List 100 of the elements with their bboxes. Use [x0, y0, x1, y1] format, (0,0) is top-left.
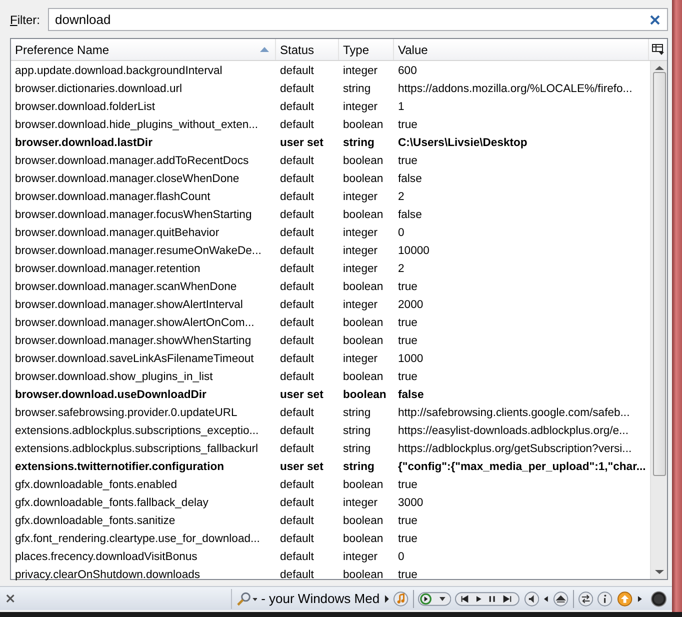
- media-player-icon[interactable]: [418, 590, 452, 606]
- table-cell-text: default: [279, 316, 315, 331]
- table-cell-text: browser.download.manager.addToRecentDocs: [14, 154, 250, 169]
- table-cell-text: browser.download.lastDir: [14, 136, 154, 151]
- table-cell-text: extensions.adblockplus.subscriptions_fallbackurl: [14, 442, 260, 457]
- table-cell-text: default: [279, 334, 315, 349]
- table-cell-text: browser.download.folderList: [14, 100, 156, 115]
- table-cell-text: places.frecency.downloadVisitBonus: [14, 550, 198, 565]
- column-header[interactable]: Type: [339, 39, 394, 60]
- table-cell-text: browser.download.manager.showWhenStarting: [14, 334, 252, 349]
- playback-controls-icon[interactable]: [455, 590, 520, 606]
- table-cell-text: boolean: [342, 316, 384, 331]
- table-cell-text: default: [279, 514, 315, 529]
- table-cell-text: {"config":{"max_media_per_upload":1,"char...: [397, 460, 647, 475]
- table-cell-text: false: [397, 208, 423, 223]
- table-cell-text: default: [279, 352, 315, 367]
- table-cell-text: browser.download.manager.focusWhenStarting: [14, 208, 253, 223]
- table-cell-text: C:\Users\Livsie\Desktop: [397, 136, 528, 151]
- table-cell-text: true: [397, 478, 418, 493]
- table-cell-text: integer: [342, 298, 379, 313]
- scrollbar-thumb[interactable]: [652, 72, 666, 476]
- table-cell-text: browser.download.manager.showAlertInterval: [14, 298, 244, 313]
- table-cell-text: 10000: [397, 244, 430, 259]
- table-cell-text: false: [397, 172, 423, 187]
- table-cell-text: default: [279, 100, 315, 115]
- table-cell-text: true: [397, 532, 418, 547]
- table-cell-text: user set: [279, 460, 324, 475]
- table-cell-text: gfx.downloadable_fonts.fallback_delay: [14, 496, 210, 511]
- table-cell-text: integer: [342, 190, 379, 205]
- table-cell-text: https://adblockplus.org/getSubscription?versi...: [397, 442, 633, 457]
- column-picker-icon[interactable]: [652, 44, 664, 55]
- search-icon[interactable]: [236, 590, 258, 606]
- column-header[interactable]: Value: [394, 39, 649, 60]
- info-icon[interactable]: [597, 590, 613, 606]
- table-cell-text: string: [342, 406, 372, 421]
- table-cell-text: true: [397, 154, 418, 169]
- table-cell-text: string: [342, 82, 372, 97]
- table-cell-text: browser.download.manager.flashCount: [14, 190, 212, 205]
- table-cell-text: string: [342, 424, 372, 439]
- table-cell-text: default: [279, 496, 315, 511]
- table-cell-text: default: [279, 172, 315, 187]
- table-cell-text: browser.download.manager.showAlertOnCom...: [14, 316, 256, 331]
- table-cell-text: 2: [397, 190, 406, 205]
- table-cell-text: integer: [342, 64, 379, 79]
- table-cell-text: browser.dictionaries.download.url: [14, 82, 184, 97]
- table-cell-text: default: [279, 478, 315, 493]
- table-cell-text: boolean: [342, 514, 384, 529]
- table-cell-text: default: [279, 190, 315, 205]
- table-cell-text: default: [279, 442, 315, 457]
- column-header[interactable]: Status: [276, 39, 339, 60]
- table-cell-text: default: [279, 550, 315, 565]
- table-cell-text: true: [397, 316, 418, 331]
- table-cell-text: default: [279, 370, 315, 385]
- table-cell-text: default: [279, 532, 315, 547]
- table-cell-text: boolean: [342, 280, 384, 295]
- table-cell-text: default: [279, 406, 315, 421]
- table-cell-text: 1: [397, 100, 406, 115]
- table-cell-text: browser.download.manager.retention: [14, 262, 202, 277]
- table-cell-text: default: [279, 280, 315, 295]
- column-header[interactable]: Preference Name: [11, 39, 276, 60]
- switch-icon[interactable]: [578, 590, 594, 606]
- table-cell-text: default: [279, 262, 315, 277]
- table-cell-text: default: [279, 118, 315, 133]
- table-cell-text: string: [342, 136, 376, 151]
- table-cell-text: browser.download.hide_plugins_without_exten...: [14, 118, 260, 133]
- table-cell-text: extensions.twitternotifier.configuration: [14, 460, 226, 475]
- table-cell-text: boolean: [342, 208, 384, 223]
- table-cell-text: gfx.font_rendering.cleartype.use_for_download...: [14, 532, 261, 547]
- table-cell-text: browser.download.useDownloadDir: [14, 388, 208, 403]
- table-cell-text: browser.download.saveLinkAsFilenameTimeout: [14, 352, 255, 367]
- table-cell-text: browser.download.manager.closeWhenDone: [14, 172, 240, 187]
- table-cell-text: default: [279, 424, 315, 439]
- table-cell-text: integer: [342, 352, 379, 367]
- table-cell-text: app.update.download.backgroundInterval: [14, 64, 224, 79]
- table-cell-text: boolean: [342, 118, 384, 133]
- table-cell-text: default: [279, 82, 315, 97]
- volume-icon[interactable]: [524, 590, 540, 606]
- table-cell-text: browser.download.manager.scanWhenDone: [14, 280, 238, 295]
- table-cell-text: integer: [342, 262, 379, 277]
- table-cell-text: 2000: [397, 298, 424, 313]
- table-cell-text: boolean: [342, 172, 384, 187]
- table-cell-text: true: [397, 370, 418, 385]
- table-cell-text: 0: [397, 226, 406, 241]
- table-cell-text: true: [397, 118, 418, 133]
- table-cell-text: boolean: [342, 532, 384, 547]
- table-cell-text: privacy.clearOnShutdown.downloads: [14, 568, 202, 583]
- table-cell-text: string: [342, 442, 372, 457]
- table-cell-text: boolean: [342, 370, 384, 385]
- orb-icon[interactable]: [650, 590, 668, 606]
- clear-icon[interactable]: [649, 14, 661, 26]
- table-cell-text: gfx.downloadable_fonts.sanitize: [14, 514, 176, 529]
- eject-icon[interactable]: [553, 590, 569, 606]
- scroll-down-icon[interactable]: [654, 569, 664, 575]
- table-cell-text: true: [397, 334, 418, 349]
- table-cell-text: default: [279, 64, 315, 79]
- table-cell-text: http://safebrowsing.clients.google.com/safeb...: [397, 406, 631, 421]
- table-cell-text: https://addons.mozilla.org/%LOCALE%/firefo...: [397, 82, 634, 97]
- table-cell-text: integer: [342, 496, 379, 511]
- filter-field[interactable]: download: [48, 8, 668, 31]
- table-cell-text: gfx.downloadable_fonts.enabled: [14, 478, 178, 493]
